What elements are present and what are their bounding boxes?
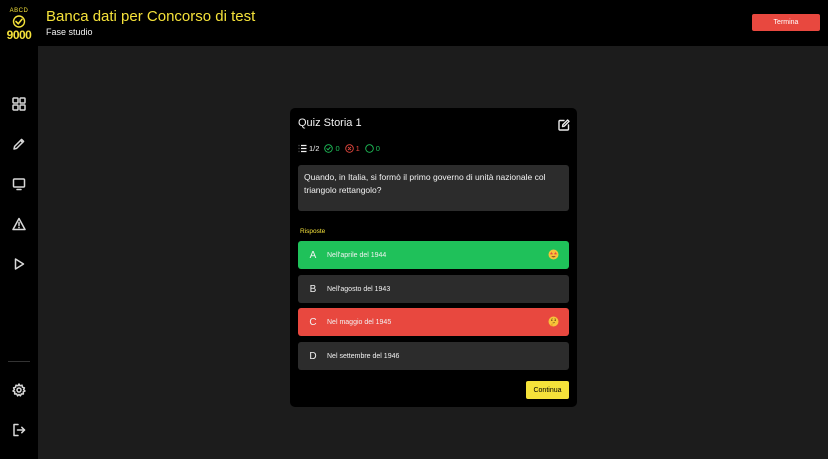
pencil-icon — [13, 138, 25, 150]
answer-letter: B — [309, 283, 317, 295]
page-title: Banca dati per Concorso di test — [46, 8, 256, 25]
sidebar-item-logout[interactable] — [0, 410, 38, 450]
app-logo: ABCD 9000 — [0, 0, 38, 46]
sidebar-item-settings[interactable] — [0, 370, 38, 410]
logo-bottom-text: 9000 — [6, 27, 32, 42]
sidebar-item-warnings[interactable] — [0, 204, 38, 244]
top-header: Banca dati per Concorso di test Fase stu… — [38, 0, 828, 46]
play-icon — [14, 258, 25, 270]
app-window: ABCD 9000 Banca dati per Concorso di tes… — [0, 0, 828, 459]
list-icon — [298, 144, 307, 152]
progress-indicator: 1/2 — [298, 144, 319, 153]
continue-button[interactable]: Continua — [526, 381, 569, 399]
logo-check-icon — [12, 14, 26, 28]
sidebar: ABCD 9000 — [0, 0, 38, 459]
sidebar-divider — [8, 361, 30, 362]
answer-letter: A — [309, 249, 317, 261]
sidebar-item-play[interactable] — [0, 244, 38, 284]
warning-icon — [12, 217, 26, 231]
wrong-count: 1 — [355, 143, 360, 153]
sidebar-item-dashboard[interactable] — [0, 84, 38, 124]
empty-circle-icon — [365, 143, 374, 153]
answer-option-b[interactable]: B Nell'agosto del 1943 — [298, 275, 569, 303]
star-eyes-emoji-icon — [548, 249, 559, 260]
answer-text: Nell'aprile del 1944 — [327, 251, 387, 259]
unanswered-count-badge: 0 — [365, 144, 380, 153]
gear-icon — [12, 383, 26, 397]
answer-option-a[interactable]: A Nell'aprile del 1944 — [298, 241, 569, 269]
wrong-count-badge: 1 — [344, 143, 360, 153]
page-subtitle: Fase studio — [46, 27, 93, 37]
logout-icon — [13, 423, 26, 437]
thinking-emoji-icon — [548, 316, 559, 327]
answer-option-d[interactable]: D Nel settembre del 1946 — [298, 342, 569, 370]
answer-text: Nell'agosto del 1943 — [327, 285, 391, 293]
answer-letter: D — [309, 350, 317, 362]
sidebar-bottom-nav — [0, 370, 38, 450]
monitor-icon — [12, 178, 26, 191]
sidebar-nav — [0, 84, 38, 284]
sidebar-item-screen[interactable] — [0, 164, 38, 204]
x-circle-icon — [344, 143, 354, 153]
sidebar-item-edit[interactable] — [0, 124, 38, 164]
answers-label: Risposte — [300, 228, 326, 235]
edit-quiz-button[interactable] — [558, 118, 570, 131]
correct-count-badge: 0 — [324, 143, 340, 153]
quiz-stats: 1/2 0 1 0 — [298, 143, 385, 153]
check-circle-icon — [324, 143, 334, 153]
answer-text: Nel settembre del 1946 — [327, 352, 400, 360]
correct-count: 0 — [335, 143, 340, 153]
grid-icon — [12, 97, 26, 111]
quiz-title: Quiz Storia 1 — [298, 117, 362, 129]
logo-top-text: ABCD — [9, 7, 29, 14]
end-button[interactable]: Termina — [752, 14, 820, 31]
question-text: Quando, in Italia, si formò il primo gov… — [298, 165, 569, 211]
quiz-card: Quiz Storia 1 1/2 0 1 0 Quando, in Itali… — [290, 108, 577, 407]
edit-icon — [558, 119, 570, 131]
answer-letter: C — [309, 316, 317, 328]
progress-text: 1/2 — [309, 143, 320, 153]
answer-option-c[interactable]: C Nel maggio del 1945 — [298, 308, 569, 336]
answer-text: Nel maggio del 1945 — [327, 318, 392, 326]
unanswered-count: 0 — [375, 143, 380, 153]
